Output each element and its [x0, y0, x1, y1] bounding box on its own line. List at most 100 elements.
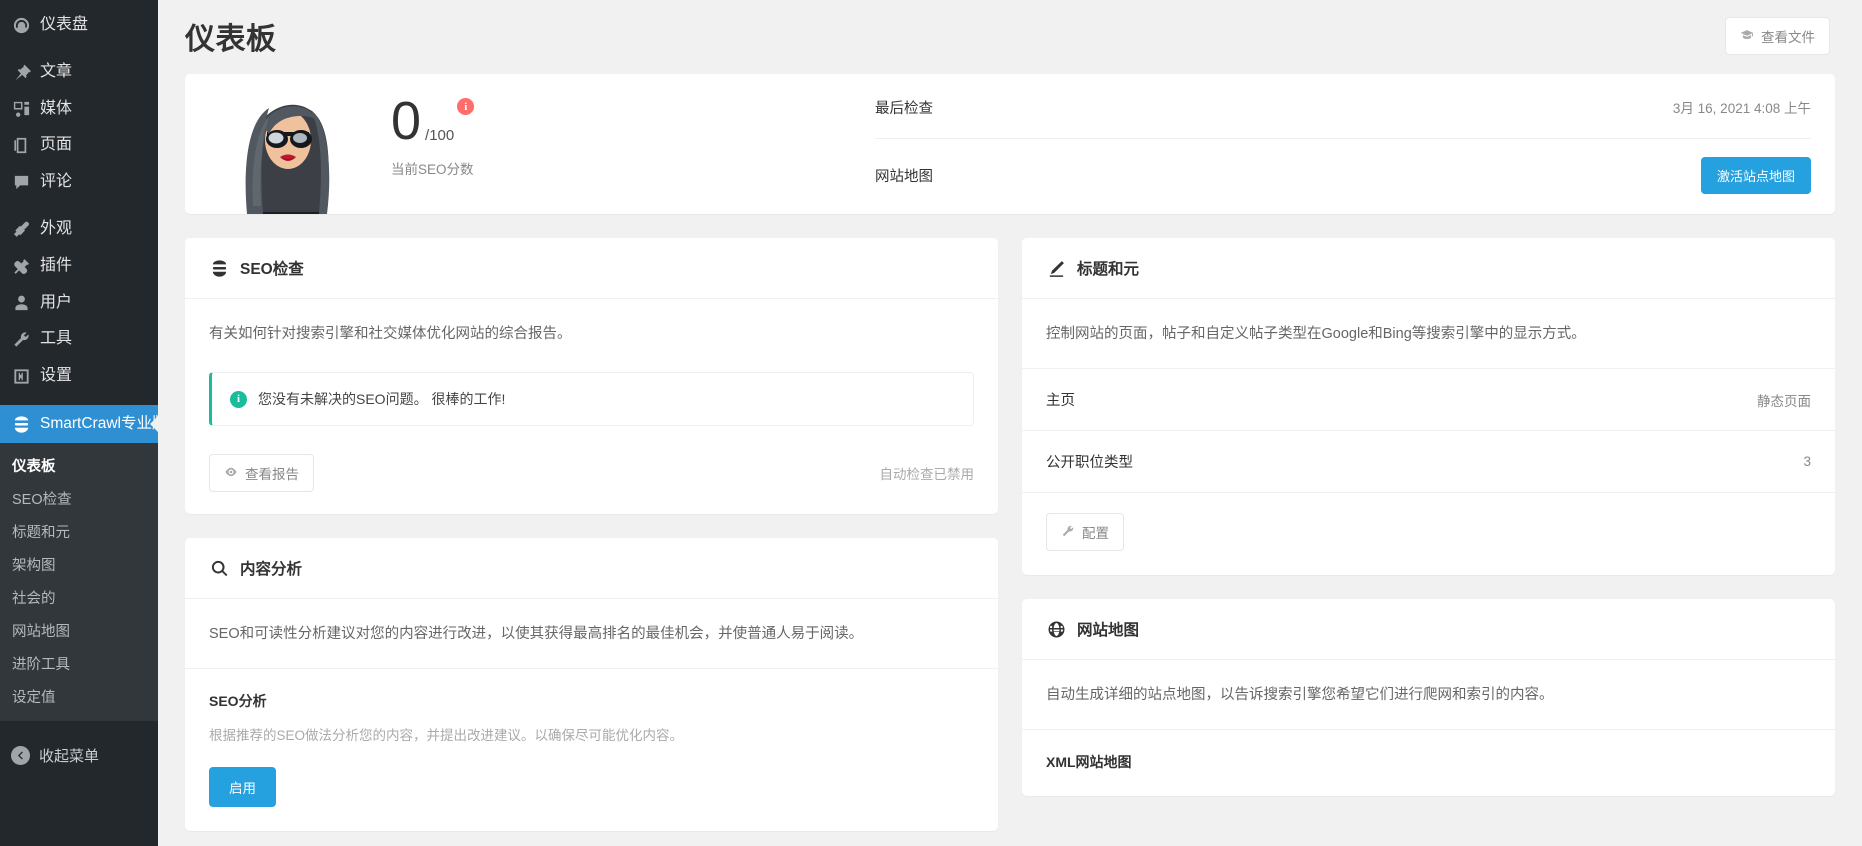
- titles-meta-footer: 配置: [1022, 492, 1835, 575]
- avatar: [223, 74, 353, 214]
- tools-icon: [11, 330, 31, 350]
- seo-checkup-card: SEO检查 有关如何针对搜索引擎和社交媒体优化网站的综合报告。 i 您没有未解决…: [185, 238, 998, 515]
- content-analysis-description: SEO和可读性分析建议对您的内容进行改进，以使其获得最高排名的最佳机会，并使普通…: [209, 626, 864, 643]
- titles-meta-description: 控制网站的页面，帖子和自定义帖子类型在Google和Bing等搜索引擎中的显示方…: [1046, 326, 1586, 342]
- seo-score-label: 当前SEO分数: [391, 161, 474, 177]
- submenu-item-advanced-tools[interactable]: 进阶工具: [0, 647, 158, 680]
- smartcrawl-logo-icon: [209, 258, 229, 278]
- sidebar-item-label: 页面: [40, 136, 73, 154]
- sitemap-header: 网站地图: [1022, 599, 1835, 661]
- sidebar-item-label: 评论: [40, 173, 73, 191]
- search-icon: [209, 558, 229, 578]
- sidebar-item-appearance[interactable]: 外观: [0, 211, 158, 248]
- seo-score-value: 0: [391, 91, 422, 152]
- summary-card: 0 /100 i 当前SEO分数 最后检查 3月 16, 2021 4:08 上…: [185, 74, 1835, 214]
- summary-row-key: 网站地图: [875, 169, 933, 185]
- seo-checkup-footer: 查看报告 自动检查已禁用: [185, 448, 998, 514]
- dashboard-grid: SEO检查 有关如何针对搜索引擎和社交媒体优化网站的综合报告。 i 您没有未解决…: [185, 238, 1835, 846]
- titles-meta-header: 标题和元: [1022, 238, 1835, 299]
- sidebar-item-label: 工具: [40, 330, 73, 348]
- sidebar-item-label: 外观: [40, 219, 73, 237]
- seo-checkup-description: 有关如何针对搜索引擎和社交媒体优化网站的综合报告。: [209, 326, 572, 342]
- seo-score-denominator: /100: [425, 126, 455, 144]
- sidebar-item-label: 设置: [40, 367, 73, 385]
- row-value: 3: [1803, 454, 1811, 470]
- wrench-icon: [1061, 524, 1075, 541]
- seo-analysis-title: SEO分析: [209, 693, 267, 710]
- seo-checkup-notice-text: 您没有未解决的SEO问题。 很棒的工作!: [258, 391, 506, 408]
- chevron-left-icon: [11, 746, 30, 766]
- sidebar-item-media[interactable]: 媒体: [0, 91, 158, 128]
- globe-icon: [1046, 619, 1066, 639]
- configure-button[interactable]: 配置: [1046, 513, 1124, 552]
- page-header: 仪表板 查看文件: [178, 0, 1842, 74]
- view-report-button[interactable]: 查看报告: [209, 454, 314, 493]
- content-analysis-card: 内容分析 SEO和可读性分析建议对您的内容进行改进，以使其获得最高排名的最佳机会…: [185, 538, 998, 831]
- seo-score-info-badge[interactable]: i: [457, 98, 475, 116]
- sidebar-item-smartcrawl[interactable]: SmartCrawl专业版: [0, 404, 158, 444]
- seo-analysis-description: 根据推荐的SEO做法分析您的内容，并提出改进建议。以确保尽可能优化内容。: [209, 728, 684, 744]
- content-analysis-header: 内容分析: [185, 538, 998, 600]
- sidebar-item-tools[interactable]: 工具: [0, 321, 158, 358]
- submenu-item-settings[interactable]: 设定值: [0, 680, 158, 713]
- submenu-item-dashboard[interactable]: 仪表板: [0, 449, 158, 482]
- submenu-item-titles-meta[interactable]: 标题和元: [0, 515, 158, 548]
- titles-meta-body: 控制网站的页面，帖子和自定义帖子类型在Google和Bing等搜索引擎中的显示方…: [1022, 299, 1835, 368]
- row-key: 主页: [1046, 393, 1075, 410]
- card-title: SEO检查: [240, 261, 304, 278]
- sidebar-item-label: 插件: [40, 256, 73, 274]
- activate-sitemap-button[interactable]: 激活站点地图: [1700, 157, 1811, 194]
- settings-icon: [11, 367, 31, 387]
- card-title: 标题和元: [1077, 261, 1140, 278]
- collapse-menu-button[interactable]: 收起菜单: [0, 735, 158, 776]
- user-icon: [11, 293, 31, 313]
- sidebar-item-label: 媒体: [40, 99, 73, 117]
- page-icon: [11, 136, 31, 156]
- seo-score-line: 0 /100 i: [391, 91, 475, 152]
- last-check-timestamp: 3月 16, 2021 4:08 上午: [1672, 101, 1811, 116]
- sitemap-card: 网站地图 自动生成详细的站点地图，以告诉搜索引擎您希望它们进行爬网和索引的内容。…: [1022, 599, 1835, 797]
- seo-checkup-body: 有关如何针对搜索引擎和社交媒体优化网站的综合报告。 i 您没有未解决的SEO问题…: [185, 299, 998, 448]
- titles-meta-card: 标题和元 控制网站的页面，帖子和自定义帖子类型在Google和Bing等搜索引擎…: [1022, 238, 1835, 576]
- sidebar-item-label: 文章: [40, 62, 73, 80]
- row-key: 公开职位类型: [1046, 455, 1133, 472]
- view-docs-button[interactable]: 查看文件: [1725, 17, 1830, 55]
- configure-label: 配置: [1082, 526, 1109, 542]
- titles-meta-row-post-types: 公开职位类型 3: [1022, 430, 1835, 492]
- graduation-cap-icon: [1740, 28, 1754, 45]
- sidebar-item-label: SmartCrawl专业版: [40, 414, 158, 432]
- right-column: 标题和元 控制网站的页面，帖子和自定义帖子类型在Google和Bing等搜索引擎…: [1022, 238, 1835, 820]
- smartcrawl-submenu: 仪表板 SEO检查 标题和元 架构图 社会的 网站地图 进阶工具 设定值: [0, 443, 158, 722]
- sidebar-item-posts[interactable]: 文章: [0, 54, 158, 91]
- summary-row-last-check: 最后检查 3月 16, 2021 4:08 上午: [875, 76, 1811, 138]
- appearance-icon: [11, 219, 31, 239]
- app-root: 仪表盘 文章 媒体 页面 评论 外观 插件 用户 工具 设置 SmartCraw…: [0, 0, 1862, 846]
- info-icon: i: [230, 390, 247, 408]
- sidebar-item-comments[interactable]: 评论: [0, 164, 158, 201]
- page-title: 仪表板: [185, 23, 277, 56]
- content-analysis-body: SEO和可读性分析建议对您的内容进行改进，以使其获得最高排名的最佳机会，并使普通…: [185, 599, 998, 668]
- submenu-item-seo-checkup[interactable]: SEO检查: [0, 482, 158, 515]
- sidebar-item-pages[interactable]: 页面: [0, 127, 158, 164]
- xml-sitemap-section: XML网站地图: [1022, 729, 1835, 796]
- sidebar-item-plugins[interactable]: 插件: [0, 248, 158, 285]
- seo-checkup-notice: i 您没有未解决的SEO问题。 很棒的工作!: [209, 372, 974, 427]
- enable-seo-analysis-button[interactable]: 启用: [209, 766, 276, 807]
- sidebar-item-settings[interactable]: 设置: [0, 358, 158, 395]
- summary-right: 最后检查 3月 16, 2021 4:08 上午 网站地图 激活站点地图: [875, 74, 1835, 214]
- sidebar-item-users[interactable]: 用户: [0, 285, 158, 322]
- submenu-item-social[interactable]: 社会的: [0, 581, 158, 614]
- xml-sitemap-title: XML网站地图: [1046, 754, 1132, 771]
- sitemap-description: 自动生成详细的站点地图，以告诉搜索引擎您希望它们进行爬网和索引的内容。: [1046, 687, 1554, 704]
- summary-row-key: 最后检查: [875, 100, 933, 117]
- submenu-item-sitemap[interactable]: 网站地图: [0, 614, 158, 647]
- submenu-item-schema[interactable]: 架构图: [0, 548, 158, 581]
- collapse-menu-label: 收起菜单: [39, 748, 100, 766]
- row-value: 静态页面: [1757, 393, 1811, 409]
- view-docs-label: 查看文件: [1761, 30, 1815, 45]
- sidebar-item-dashboard[interactable]: 仪表盘: [0, 7, 158, 44]
- left-column: SEO检查 有关如何针对搜索引擎和社交媒体优化网站的综合报告。 i 您没有未解决…: [185, 238, 998, 846]
- menu-separator: [0, 201, 158, 211]
- sidebar-item-label: 仪表盘: [40, 16, 89, 33]
- seo-score-block: 0 /100 i 当前SEO分数: [391, 91, 475, 191]
